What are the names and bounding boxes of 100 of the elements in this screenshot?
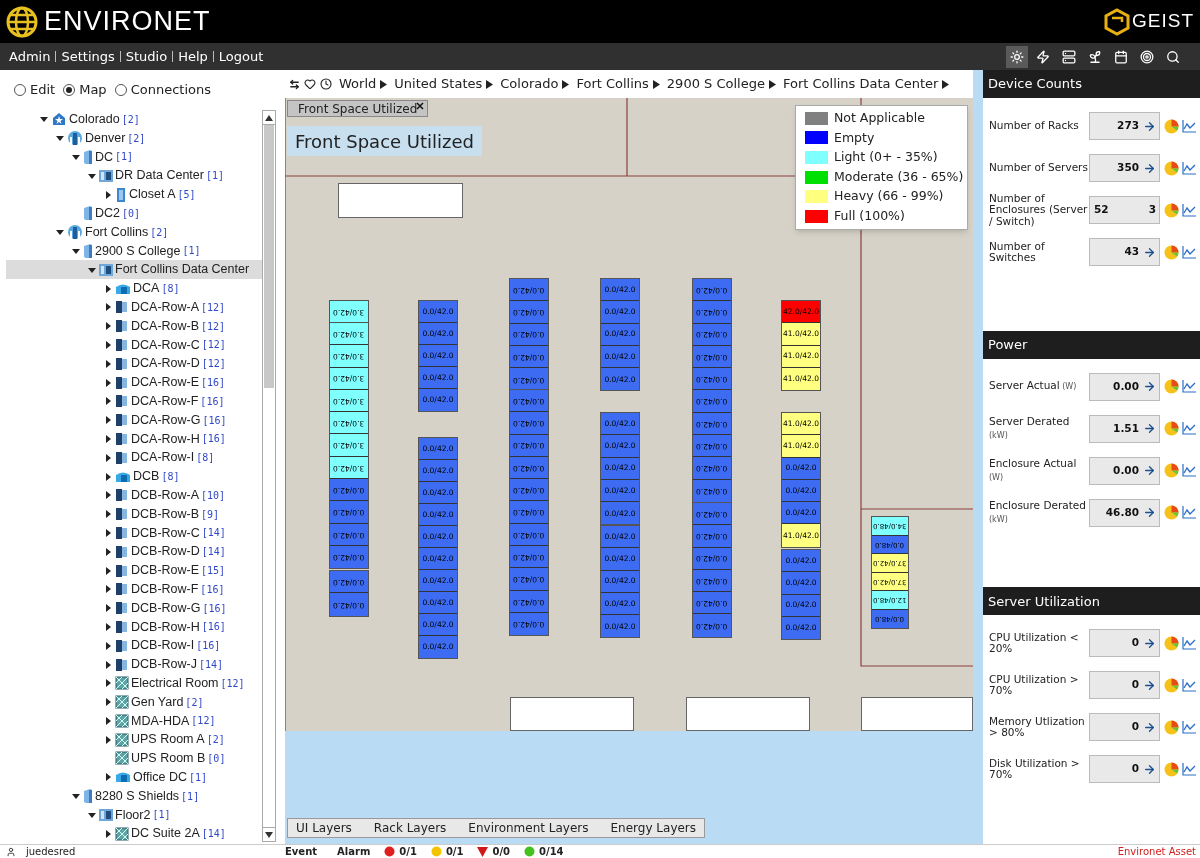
expand-arrow-icon[interactable]	[104, 472, 112, 481]
expand-arrow-icon[interactable]	[104, 641, 112, 650]
tree-item[interactable]: DC2 [0]	[6, 204, 262, 223]
breadcrumb-link[interactable]: World	[339, 74, 377, 94]
pie-chart-icon[interactable]	[1164, 118, 1179, 134]
expand-arrow-icon[interactable]	[104, 453, 112, 462]
tree-item[interactable]: Electrical Room [12]	[6, 673, 262, 693]
tree-item[interactable]: Colorado [2]	[6, 110, 262, 129]
layer-tab[interactable]: Front Space Utilized	[287, 100, 429, 117]
expand-arrow-icon[interactable]	[104, 773, 112, 782]
line-chart-icon[interactable]	[1182, 119, 1196, 133]
menu-item[interactable]: Admin	[9, 46, 51, 67]
expand-arrow-icon[interactable]	[88, 171, 96, 180]
expand-arrow-icon[interactable]	[104, 547, 112, 556]
expand-arrow-icon[interactable]	[40, 115, 48, 124]
breadcrumb-link[interactable]: 2900 S College	[666, 74, 765, 94]
tree-item[interactable]: DCB-Row-H [16]	[6, 617, 262, 637]
menu-item[interactable]: Help	[178, 46, 208, 67]
tree-item[interactable]: DCB-Row-I [16]	[6, 636, 262, 656]
tree-item[interactable]: MDA-HDA [12]	[6, 711, 262, 731]
arrow-right-icon[interactable]	[1143, 762, 1156, 776]
equipment-unit[interactable]	[861, 697, 973, 731]
layer-tab[interactable]: Rack Layers	[373, 819, 447, 837]
expand-arrow-icon[interactable]	[104, 829, 112, 838]
expand-arrow-icon[interactable]	[104, 735, 112, 744]
arrow-right-icon[interactable]	[1143, 380, 1156, 394]
view-mode-radio[interactable]: Map	[63, 80, 107, 100]
tree-item[interactable]: DCB-Row-F [16]	[6, 579, 262, 599]
tree-item[interactable]: DCA-Row-A [12]	[6, 297, 262, 317]
tree-item[interactable]: DC Suite 2A [14]	[6, 824, 262, 844]
pie-chart-icon[interactable]	[1164, 379, 1179, 395]
expand-arrow-icon[interactable]	[104, 660, 112, 669]
expand-arrow-icon[interactable]	[104, 284, 112, 293]
tree-item[interactable]: DCA-Row-F [16]	[6, 391, 262, 411]
swap-icon[interactable]	[289, 78, 300, 90]
scrollbar[interactable]	[262, 110, 276, 842]
line-chart-icon[interactable]	[1182, 245, 1196, 259]
scroll-up-icon[interactable]	[265, 114, 273, 121]
line-chart-icon[interactable]	[1182, 161, 1196, 175]
tree-item[interactable]: Closet A [5]	[6, 185, 262, 204]
tree-item[interactable]: DCB-Row-B [9]	[6, 504, 262, 524]
expand-arrow-icon[interactable]	[104, 303, 112, 312]
tree-item[interactable]: DCB-Row-J [14]	[6, 655, 262, 674]
pie-chart-icon[interactable]	[1164, 160, 1179, 176]
breadcrumb-link[interactable]: United States	[394, 74, 483, 94]
close-icon[interactable]	[416, 102, 424, 110]
pie-chart-icon[interactable]	[1164, 463, 1179, 479]
arrow-right-icon[interactable]	[1143, 245, 1156, 259]
expand-arrow-icon[interactable]	[104, 190, 112, 199]
expand-arrow-icon[interactable]	[104, 491, 112, 500]
pie-chart-icon[interactable]	[1164, 677, 1179, 693]
tree-item[interactable]: DCA-Row-B [12]	[6, 316, 262, 336]
menu-item[interactable]: Settings	[61, 46, 115, 67]
tree-item[interactable]: DCA-Row-C [12]	[6, 335, 262, 355]
layer-tab[interactable]: UI Layers	[296, 819, 352, 837]
equipment-unit[interactable]	[686, 697, 810, 731]
line-chart-icon[interactable]	[1182, 720, 1196, 734]
arrow-right-icon[interactable]	[1143, 636, 1156, 650]
tree-item[interactable]: DCB-Row-G [16]	[6, 598, 262, 618]
toolbar-button[interactable]	[1006, 45, 1028, 68]
tree-item[interactable]: DR Data Center [1]	[6, 166, 262, 186]
layer-tab[interactable]: Environment Layers	[468, 819, 589, 837]
tree-item[interactable]: DCA [8]	[6, 279, 262, 298]
tree-item[interactable]: DCA-Row-G [16]	[6, 410, 262, 430]
expand-arrow-icon[interactable]	[104, 378, 112, 387]
pie-chart-icon[interactable]	[1164, 505, 1179, 521]
equipment-unit[interactable]	[510, 697, 634, 731]
scroll-down-icon[interactable]	[265, 831, 273, 838]
arrow-right-icon[interactable]	[1143, 422, 1156, 436]
asset-link[interactable]: Environet Asset	[1117, 845, 1200, 858]
alarm-label[interactable]: Alarm	[337, 845, 371, 858]
tree-item[interactable]: 8280 S Shields [1]	[6, 786, 262, 806]
expand-arrow-icon[interactable]	[88, 265, 96, 274]
arrow-right-icon[interactable]	[1143, 506, 1156, 520]
equipment-unit[interactable]	[338, 183, 463, 218]
tree-item[interactable]: DC [1]	[6, 147, 262, 167]
breadcrumb-link[interactable]: Colorado	[500, 74, 559, 94]
line-chart-icon[interactable]	[1182, 422, 1196, 436]
tree-item[interactable]: DCB-Row-A [10]	[6, 485, 262, 505]
layer-tab[interactable]: Energy Layers	[610, 819, 697, 837]
breadcrumb-link[interactable]: Fort Collins Data Center	[782, 74, 939, 94]
expand-arrow-icon[interactable]	[104, 566, 112, 575]
pie-chart-icon[interactable]	[1164, 761, 1179, 777]
tree-item[interactable]: UPS Room A [2]	[6, 730, 262, 750]
pie-chart-icon[interactable]	[1164, 635, 1179, 651]
expand-arrow-icon[interactable]	[104, 359, 112, 368]
tree-item[interactable]: DCA-Row-E [16]	[6, 373, 262, 392]
tree-item[interactable]: Fort Collins Data Center	[6, 260, 262, 280]
expand-arrow-icon[interactable]	[104, 397, 112, 406]
pie-chart-icon[interactable]	[1164, 719, 1179, 735]
heart-icon[interactable]	[304, 78, 316, 90]
expand-arrow-icon[interactable]	[72, 153, 80, 161]
arrow-right-icon[interactable]	[1143, 119, 1156, 133]
tree-item[interactable]: UPS Room B [0]	[6, 749, 262, 768]
tree-item[interactable]: Fort Collins [2]	[6, 222, 262, 242]
menu-item[interactable]: Logout	[218, 46, 264, 67]
line-chart-icon[interactable]	[1182, 636, 1196, 650]
view-mode-radio[interactable]: Connections	[114, 80, 211, 100]
arrow-right-icon[interactable]	[1143, 678, 1156, 692]
tree-item[interactable]: Denver [2]	[6, 128, 262, 148]
